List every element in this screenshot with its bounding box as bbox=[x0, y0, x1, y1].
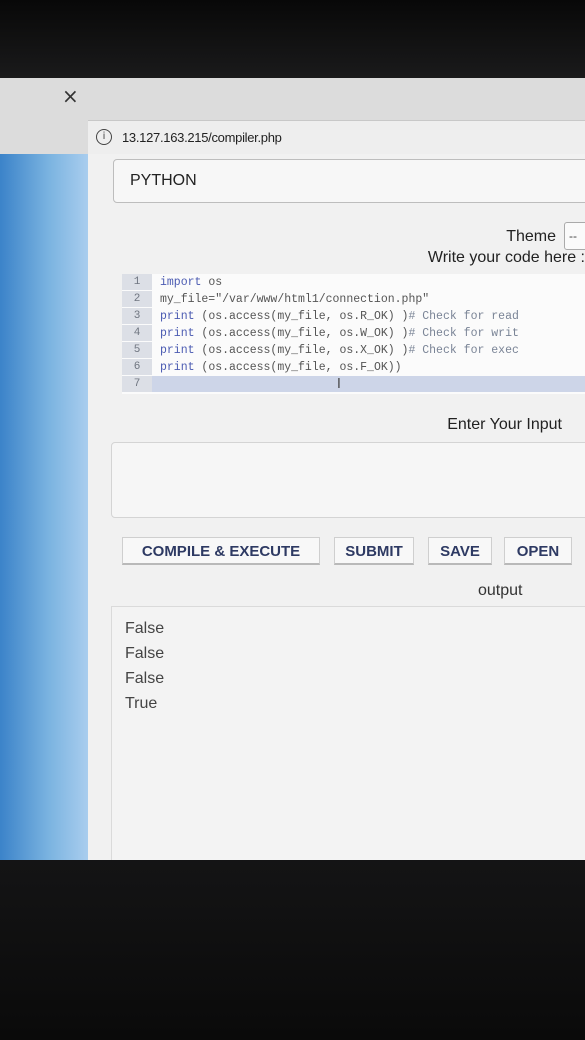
language-panel[interactable]: PYTHON bbox=[113, 159, 585, 203]
code-line[interactable]: 1 import os bbox=[122, 274, 585, 290]
output-line: False bbox=[125, 670, 165, 687]
code-keyword: print bbox=[160, 310, 195, 323]
code-line[interactable]: 2 my_file="/var/www/html1/connection.php… bbox=[122, 291, 585, 307]
page-left-background bbox=[0, 154, 88, 860]
code-keyword: print bbox=[160, 344, 195, 357]
text-cursor-icon: I bbox=[337, 377, 341, 392]
language-label: PYTHON bbox=[130, 172, 197, 189]
code-line[interactable]: 4 print (os.access(my_file, os.W_OK) )# … bbox=[122, 325, 585, 341]
code-token: os bbox=[201, 276, 223, 289]
theme-select[interactable]: -- bbox=[564, 222, 585, 250]
code-token: (os.access(my_file, os.X_OK) ) bbox=[194, 344, 409, 357]
monitor-bezel-bottom bbox=[0, 860, 585, 1040]
code-text[interactable]: import os bbox=[160, 275, 222, 290]
code-comment: # Check for exec bbox=[408, 344, 519, 357]
submit-button[interactable]: SUBMIT bbox=[334, 537, 414, 565]
code-line[interactable]: 6 print (os.access(my_file, os.F_OK)) bbox=[122, 359, 585, 375]
stdin-input[interactable] bbox=[111, 442, 585, 518]
line-number: 1 bbox=[122, 274, 152, 290]
code-text[interactable]: print (os.access(my_file, os.R_OK) )# Ch… bbox=[160, 309, 519, 324]
code-token: (os.access(my_file, os.R_OK) ) bbox=[194, 310, 409, 323]
code-text[interactable]: print (os.access(my_file, os.X_OK) )# Ch… bbox=[160, 343, 519, 358]
url-text[interactable]: 13.127.163.215/compiler.php bbox=[122, 130, 282, 145]
open-button[interactable]: OPEN bbox=[504, 537, 572, 565]
line-number: 7 bbox=[122, 376, 152, 392]
output-line: False bbox=[125, 620, 165, 637]
compile-execute-button[interactable]: COMPILE & EXECUTE bbox=[122, 537, 320, 565]
input-label: Enter Your Input bbox=[447, 416, 562, 433]
address-bar[interactable]: i 13.127.163.215/compiler.php bbox=[88, 120, 585, 156]
theme-label: Theme bbox=[506, 228, 556, 245]
line-number: 5 bbox=[122, 342, 152, 358]
line-number: 3 bbox=[122, 308, 152, 324]
code-text[interactable]: print (os.access(my_file, os.W_OK) )# Ch… bbox=[160, 326, 519, 341]
code-keyword: print bbox=[160, 327, 195, 340]
code-keyword: print bbox=[160, 361, 195, 374]
code-editor[interactable]: 1 import os 2 my_file="/var/www/html1/co… bbox=[122, 274, 585, 394]
code-text[interactable]: my_file="/var/www/html1/connection.php" bbox=[160, 292, 429, 307]
code-token: (os.access(my_file, os.F_OK)) bbox=[194, 361, 402, 374]
close-icon[interactable]: × bbox=[62, 84, 79, 108]
output-label: output bbox=[478, 582, 523, 599]
info-icon[interactable]: i bbox=[96, 129, 112, 145]
code-comment: # Check for read bbox=[408, 310, 519, 323]
code-token: my_file="/var/www/html1/connection.php" bbox=[160, 293, 430, 306]
code-line-active[interactable]: 7 I bbox=[122, 376, 585, 392]
line-number: 6 bbox=[122, 359, 152, 375]
code-token: (os.access(my_file, os.W_OK) ) bbox=[194, 327, 409, 340]
code-line[interactable]: 3 print (os.access(my_file, os.R_OK) )# … bbox=[122, 308, 585, 324]
output-panel: False False False True bbox=[111, 606, 585, 860]
save-button[interactable]: SAVE bbox=[428, 537, 492, 565]
browser-window: × i 13.127.163.215/compiler.php PYTHON T… bbox=[0, 78, 585, 860]
line-number: 4 bbox=[122, 325, 152, 341]
output-line: False bbox=[125, 645, 165, 662]
monitor-bezel-top bbox=[0, 0, 585, 78]
write-code-label: Write your code here : bbox=[427, 249, 585, 266]
code-keyword: import bbox=[160, 276, 202, 289]
code-line[interactable]: 5 print (os.access(my_file, os.X_OK) )# … bbox=[122, 342, 585, 358]
output-line: True bbox=[125, 695, 158, 712]
code-text[interactable]: print (os.access(my_file, os.F_OK)) bbox=[160, 360, 402, 375]
code-comment: # Check for writ bbox=[408, 327, 519, 340]
line-number: 2 bbox=[122, 291, 152, 307]
compiler-page: PYTHON Theme -- Write your code here : 1… bbox=[88, 154, 585, 860]
